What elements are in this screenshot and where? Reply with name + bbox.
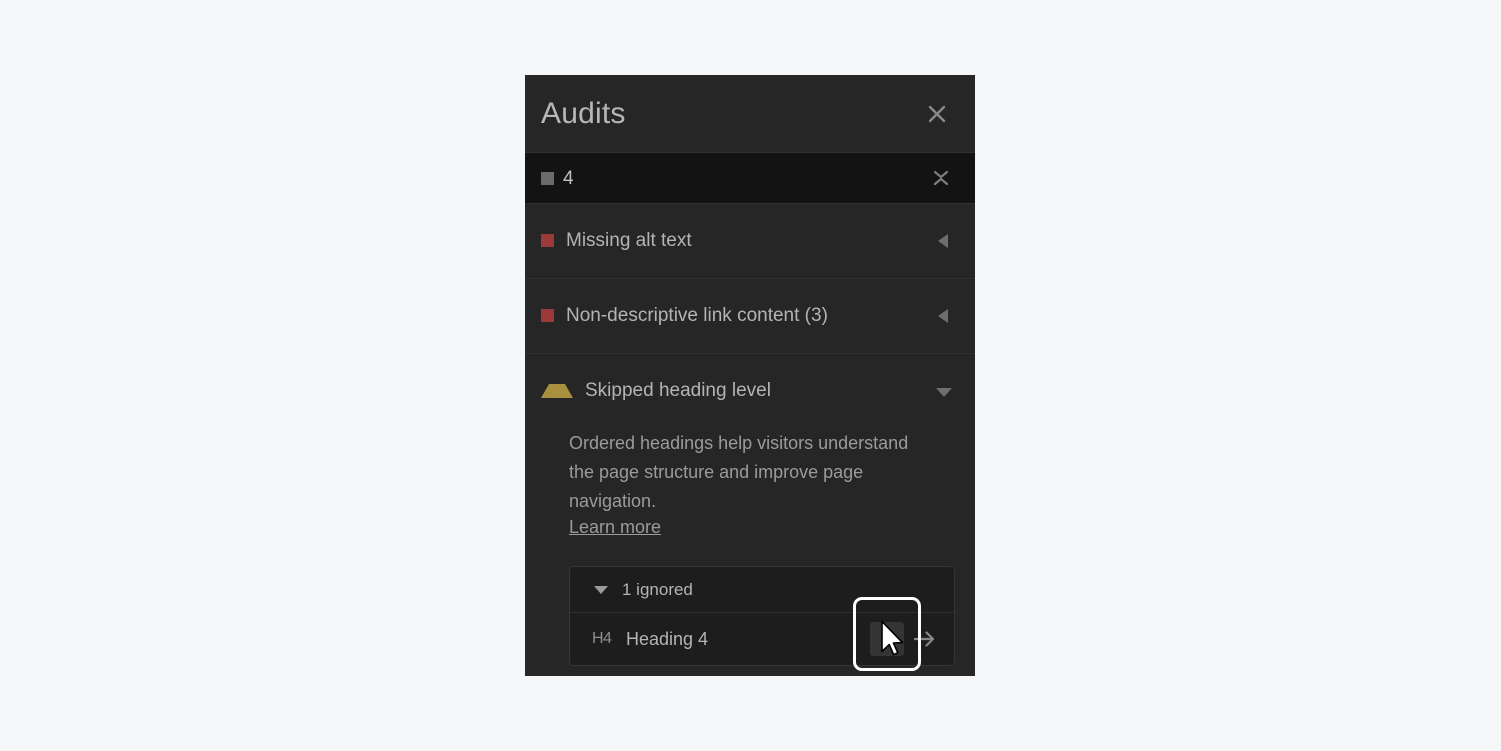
audit-label-wrap: Skipped heading level — [541, 380, 933, 403]
bell-icon[interactable] — [870, 622, 904, 656]
audit-row-skipped-heading-level: Skipped heading level Ordered headings h… — [525, 354, 975, 666]
audit-list: Missing alt text Non-descriptive link co… — [525, 204, 975, 676]
collapse-all-icon[interactable] — [927, 164, 955, 192]
ignored-group-card: 1 ignored H4 Heading 4 — [569, 566, 955, 666]
audit-label-wrap: Missing alt text — [541, 230, 933, 253]
audit-body: Ordered headings help visitors understan… — [525, 429, 975, 538]
caret-down-icon[interactable] — [592, 581, 610, 599]
audit-header-skipped-heading-level[interactable]: Skipped heading level — [525, 354, 975, 429]
red-square-icon — [541, 234, 554, 248]
summary-left: 4 — [541, 169, 927, 188]
list-item-label: Heading 4 — [626, 628, 709, 649]
warning-triangle-icon — [541, 384, 573, 399]
audit-row-non-descriptive-link-content[interactable]: Non-descriptive link content (3) — [525, 279, 975, 354]
page-title: Audits — [541, 96, 626, 130]
caret-down-icon[interactable] — [933, 381, 955, 403]
red-square-icon — [541, 309, 554, 323]
caret-left-icon[interactable] — [933, 305, 955, 327]
gray-square-icon — [541, 171, 554, 185]
learn-more-link[interactable]: Learn more — [569, 517, 661, 538]
screen: Audits 4 Missing alt text Non-descriptiv… — [0, 0, 1501, 751]
panel-header: Audits — [525, 75, 975, 152]
caret-left-icon[interactable] — [933, 230, 955, 252]
audit-row-missing-alt-text[interactable]: Missing alt text — [525, 204, 975, 279]
audits-summary-row[interactable]: 4 — [525, 152, 975, 204]
audit-label: Missing alt text — [566, 229, 692, 251]
audits-panel: Audits 4 Missing alt text Non-descriptiv… — [525, 75, 975, 676]
list-item-actions — [870, 622, 940, 656]
arrow-right-icon[interactable] — [910, 624, 940, 654]
audit-label-wrap: Non-descriptive link content (3) — [541, 305, 933, 328]
ignored-group-header[interactable]: 1 ignored — [570, 567, 954, 613]
heading-tag-label: H4 — [592, 630, 612, 647]
audit-label: Non-descriptive link content (3) — [566, 304, 828, 326]
list-item[interactable]: H4 Heading 4 — [570, 613, 954, 665]
audit-description: Ordered headings help visitors understan… — [569, 433, 909, 511]
close-icon[interactable] — [919, 96, 955, 132]
audits-count: 4 — [563, 167, 574, 189]
ignored-group-label: 1 ignored — [622, 579, 693, 599]
audit-label: Skipped heading level — [585, 380, 771, 402]
